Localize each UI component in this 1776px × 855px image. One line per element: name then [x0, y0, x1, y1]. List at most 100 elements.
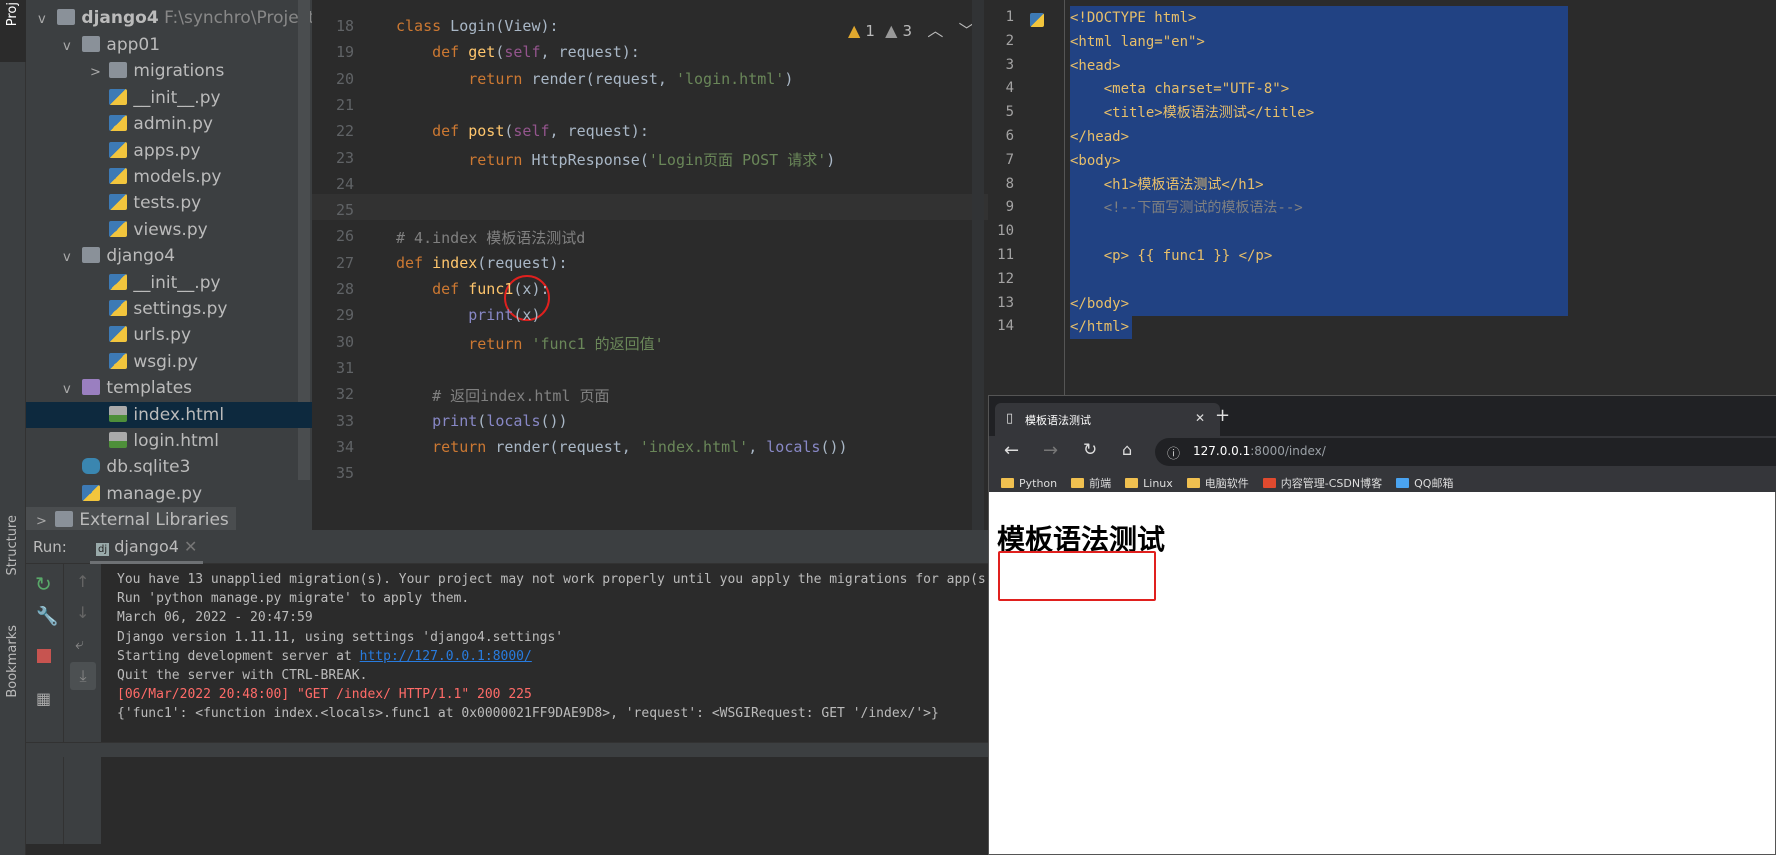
line-number: 14	[997, 318, 1014, 335]
project-tree: v django4 F:\synchro\Project\d v app01> …	[26, 0, 312, 530]
line-number: 29	[335, 306, 354, 325]
bookmark-icon	[1001, 478, 1014, 488]
tree-item[interactable]: v templates	[26, 375, 312, 401]
bookmark[interactable]: 电脑软件	[1186, 475, 1249, 491]
tree-item[interactable]: v django4	[26, 243, 312, 269]
tree-item[interactable]: manage.py	[26, 481, 312, 507]
down-arrow-icon[interactable]: ↓	[76, 603, 101, 622]
run-toolbar: ↻ 🔧 ▦	[26, 564, 63, 844]
address-bar[interactable]: ⓘ 127.0.0.1:8000/index/	[1155, 438, 1776, 466]
bookmark-icon	[1186, 478, 1200, 488]
line-number: 5	[1005, 104, 1014, 121]
tree-item[interactable]: __init__.py	[26, 85, 312, 111]
line-number: 25	[335, 201, 354, 220]
console-toolbar: ↑ ↓ ⤶ ⤓	[63, 564, 101, 844]
close-tab-icon[interactable]: ✕	[1195, 411, 1205, 425]
run-tab-django4[interactable]: dj django4 ✕	[90, 530, 204, 564]
scroll-to-end-icon[interactable]: ⤓	[70, 662, 96, 690]
line-number: 35	[335, 464, 354, 483]
line-number: 12	[997, 270, 1014, 287]
line-number: 30	[335, 332, 354, 351]
editor-scrollbar[interactable]	[972, 0, 984, 530]
bookmark[interactable]: 前端	[1071, 475, 1111, 491]
line-number: 33	[335, 411, 354, 430]
html-code-line: <html lang="en">	[1070, 29, 1568, 54]
tree-item[interactable]: models.py	[26, 164, 312, 190]
code-line: return HttpResponse('Login页面 POST 请求')	[468, 150, 836, 169]
code-line: return render(request, 'login.html')	[468, 69, 794, 88]
tree-item[interactable]: apps.py	[26, 138, 312, 164]
tree-root[interactable]: v django4 F:\synchro\Project\d	[26, 5, 312, 31]
bookmarks-tool-button[interactable]: Bookmarks	[0, 625, 26, 735]
stop-icon[interactable]	[37, 649, 51, 663]
line-number: 7	[1005, 151, 1014, 168]
console-line: Run 'python manage.py migrate' to apply …	[117, 591, 470, 607]
chevron-up-icon[interactable]: ︿	[927, 21, 943, 40]
py-icon	[109, 352, 128, 369]
tree-item[interactable]: tests.py	[26, 190, 312, 216]
line-number: 21	[335, 95, 354, 114]
bookmark[interactable]: Python	[1001, 477, 1057, 490]
tree-item[interactable]: admin.py	[26, 111, 312, 137]
tree-item[interactable]: > External Libraries	[26, 507, 236, 530]
html-editor[interactable]: 1 <!DOCTYPE html> 2 <html lang="en"> 3 <head>…	[990, 0, 1776, 395]
bookmark[interactable]: QQ邮箱	[1396, 475, 1453, 491]
tree-item[interactable]: v app01	[26, 32, 312, 58]
tree-item[interactable]: __init__.py	[26, 270, 312, 296]
code-line: print(x)	[468, 306, 541, 325]
python-file-icon	[1030, 10, 1044, 27]
html-code-line: <head>	[1070, 53, 1568, 78]
home-icon[interactable]: ⌂	[1122, 440, 1132, 459]
tree-item[interactable]: > migrations	[26, 58, 312, 84]
warning-icon: ▲	[848, 21, 861, 40]
code-line: # 4.index 模板语法测试d	[396, 229, 586, 248]
close-icon[interactable]: ✕	[184, 537, 197, 556]
bookmark[interactable]: 内容管理-CSDN博客	[1262, 475, 1382, 491]
line-number: 22	[335, 122, 354, 141]
soft-wrap-icon[interactable]: ⤶	[75, 634, 101, 654]
bookmark[interactable]: Linux	[1125, 477, 1173, 490]
console-line: Starting development server at http://12…	[117, 648, 532, 664]
bottom-tool-bar	[26, 742, 988, 757]
inspection-widget[interactable]: ▲ 1 ▲ 3 ︿ ﹀	[848, 17, 975, 41]
tree-item[interactable]: login.html	[26, 428, 312, 454]
back-icon[interactable]: ←	[1004, 440, 1019, 461]
tree-item[interactable]: index.html	[26, 401, 312, 428]
server-link[interactable]: http://127.0.0.1:8000/	[360, 649, 532, 664]
html-code-line: <!DOCTYPE html>	[1070, 6, 1568, 30]
py-icon	[109, 115, 128, 132]
line-number: 27	[335, 253, 354, 272]
code-line: def post(self, request):	[432, 122, 649, 141]
reload-icon[interactable]: ↻	[1083, 440, 1097, 460]
line-number: 23	[335, 148, 354, 167]
layout-icon[interactable]: ▦	[36, 689, 63, 708]
browser-tab[interactable]: ▯ 模板语法测试 ✕	[995, 403, 1220, 436]
line-number: 20	[335, 69, 354, 88]
code-line: def get(self, request):	[432, 43, 640, 62]
html-code-line: <!--下面写测试的模板语法-->	[1070, 196, 1568, 221]
tree-item[interactable]: settings.py	[26, 296, 312, 322]
rerun-icon[interactable]: ↻	[35, 572, 63, 596]
py-icon	[109, 168, 128, 184]
forward-icon[interactable]: →	[1043, 440, 1058, 461]
tree-item[interactable]: urls.py	[26, 322, 312, 348]
py-icon	[82, 484, 101, 501]
up-arrow-icon[interactable]: ↑	[76, 572, 101, 591]
new-tab-icon[interactable]: +	[1215, 405, 1230, 426]
line-number: 8	[1005, 175, 1014, 192]
console-line: You have 13 unapplied migration(s). Your…	[117, 572, 1096, 587]
tree-item[interactable]: db.sqlite3	[26, 454, 312, 480]
code-line: def index(request):	[396, 253, 568, 272]
python-editor[interactable]: ▲ 1 ▲ 3 ︿ ﹀ 18 class Login(View): 19 def g…	[312, 0, 988, 530]
tree-item[interactable]: wsgi.py	[26, 349, 312, 375]
bookmark-icon	[1262, 478, 1276, 488]
line-number: 6	[1005, 128, 1014, 144]
line-number: 11	[997, 247, 1014, 263]
wrench-icon[interactable]: 🔧	[36, 606, 63, 627]
html-code-line	[1070, 267, 1568, 292]
project-tool-button[interactable]: Proj	[0, 0, 26, 62]
tree-item[interactable]: views.py	[26, 217, 312, 243]
line-number: 26	[335, 227, 354, 246]
py-icon	[109, 88, 128, 105]
structure-tool-button[interactable]: Structure	[0, 515, 26, 605]
